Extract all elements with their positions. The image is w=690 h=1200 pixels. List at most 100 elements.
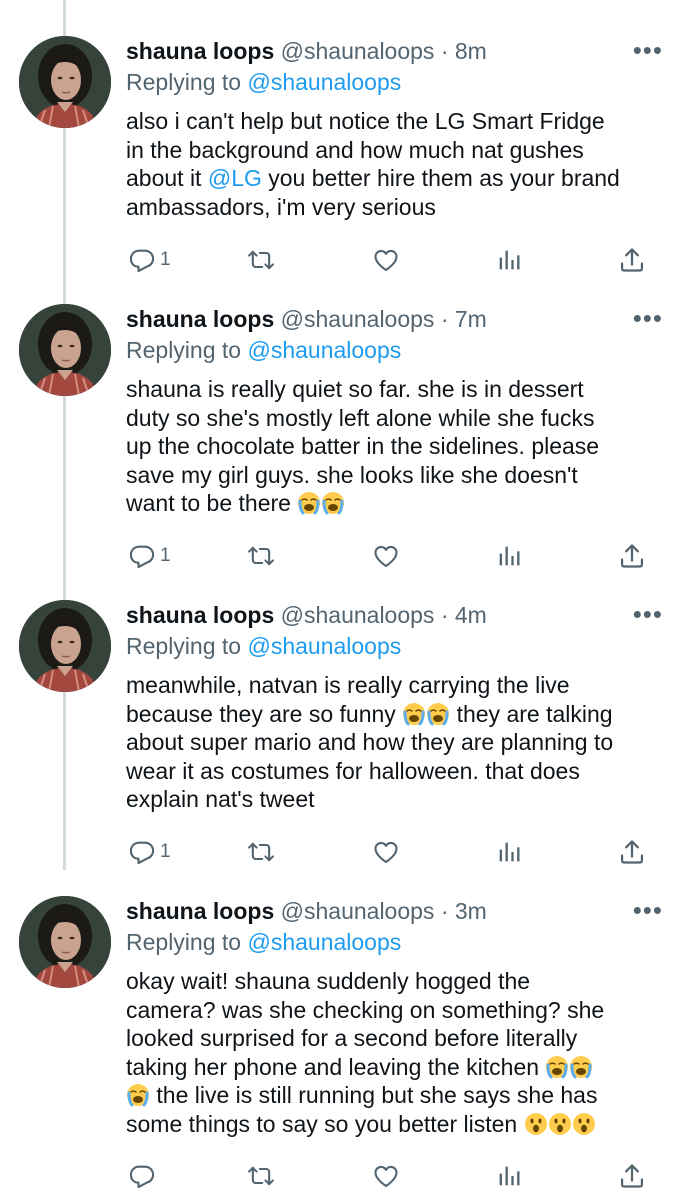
tweet-text-fragment: want to be there: [126, 490, 298, 516]
tweet-text-fragment: about it: [126, 165, 208, 191]
reply-count: 1: [160, 841, 171, 862]
share-button[interactable]: [618, 836, 646, 868]
analytics-icon: [495, 246, 523, 274]
timestamp[interactable]: 7m: [455, 306, 487, 332]
display-name[interactable]: shauna loops: [126, 602, 274, 628]
tweet-text: okay wait! shauna suddenly hogged the ca…: [126, 967, 671, 1138]
retweet-icon: [247, 1162, 275, 1190]
share-button[interactable]: [618, 1160, 646, 1192]
timestamp[interactable]: 4m: [455, 602, 487, 628]
retweet-button[interactable]: [247, 1160, 275, 1192]
tweet-text-line: some things to say so you better listen: [126, 1110, 671, 1139]
display-name[interactable]: shauna loops: [126, 898, 274, 924]
avatar[interactable]: [19, 304, 111, 396]
tweet-text-line: about super mario and how they are plann…: [126, 729, 614, 755]
analytics-icon: [495, 1162, 523, 1190]
tweet-text-line: taking her phone and leaving the kitchen: [126, 1053, 671, 1082]
reply-icon: [128, 542, 156, 570]
like-button[interactable]: [372, 836, 400, 868]
separator-dot: ·: [440, 898, 449, 924]
replying-to-mention[interactable]: @shaunaloops: [247, 69, 401, 95]
reply-button[interactable]: 1: [128, 836, 171, 868]
username[interactable]: @shaunaloops: [281, 602, 435, 628]
username[interactable]: @shaunaloops: [281, 898, 435, 924]
tweet-text-line: want to be there: [126, 489, 671, 518]
retweet-button[interactable]: [247, 244, 275, 276]
tweet-header: shauna loops @shaunaloops · 8m: [126, 36, 671, 66]
like-button[interactable]: [372, 244, 400, 276]
analytics-button[interactable]: [495, 1160, 523, 1192]
username[interactable]: @shaunaloops: [281, 306, 435, 332]
reply-icon: [128, 838, 156, 866]
like-button[interactable]: [372, 1160, 400, 1192]
like-button[interactable]: [372, 540, 400, 572]
reply-button[interactable]: 1: [128, 540, 171, 572]
analytics-icon: [495, 542, 523, 570]
tweet-header: shauna loops @shaunaloops · 7m: [126, 304, 671, 334]
separator-dot: ·: [440, 38, 449, 64]
heart-icon: [372, 246, 400, 274]
tweet-text-line: the live is still running but she says s…: [126, 1081, 671, 1110]
display-name[interactable]: shauna loops: [126, 38, 274, 64]
replying-to-label: Replying to: [126, 337, 242, 363]
tweet-header: shauna loops @shaunaloops · 3m: [126, 896, 671, 926]
share-icon: [618, 1162, 646, 1190]
username[interactable]: @shaunaloops: [281, 38, 435, 64]
avatar[interactable]: [19, 36, 111, 128]
reply-count: 1: [160, 545, 171, 566]
replying-to: Replying to @shaunaloops: [126, 927, 671, 957]
share-icon: [618, 542, 646, 570]
reply-button[interactable]: 1: [128, 244, 171, 276]
reply-button[interactable]: [128, 1160, 160, 1192]
analytics-button[interactable]: [495, 836, 523, 868]
tweet-text-line: looked surprised for a second before lit…: [126, 1025, 578, 1051]
replying-to-label: Replying to: [126, 69, 242, 95]
thread-connector-line: [63, 0, 66, 870]
astonished-face-emoji: [572, 1112, 596, 1136]
tweet-text-fragment: they are talking: [450, 700, 613, 727]
display-name[interactable]: shauna loops: [126, 306, 274, 332]
action-bar: 1: [126, 836, 671, 868]
separator-dot: ·: [440, 602, 449, 628]
tweet-text-line: also i can't help but notice the LG Smar…: [126, 108, 605, 134]
loudly-crying-face-emoji: [321, 491, 345, 515]
action-bar: 1: [126, 540, 671, 572]
tweet-text-line: meanwhile, natvan is really carrying the…: [126, 672, 570, 698]
mention-link[interactable]: @LG: [208, 165, 262, 191]
share-button[interactable]: [618, 540, 646, 572]
replying-to-mention[interactable]: @shaunaloops: [247, 337, 401, 363]
replying-to-label: Replying to: [126, 929, 242, 955]
reply-icon: [128, 1162, 156, 1190]
analytics-button[interactable]: [495, 540, 523, 572]
analytics-button[interactable]: [495, 244, 523, 276]
tweet-text-line: okay wait! shauna suddenly hogged the: [126, 968, 531, 994]
replying-to-mention[interactable]: @shaunaloops: [247, 633, 401, 659]
astonished-face-emoji: [524, 1112, 548, 1136]
retweet-icon: [247, 246, 275, 274]
tweet-text-line: in the background and how much nat gushe…: [126, 136, 584, 163]
tweet-text-line: explain nat's tweet: [126, 786, 315, 812]
tweet-text-fragment: you better hire them as your brand: [261, 165, 620, 191]
reply-count: 1: [160, 249, 171, 270]
replying-to: Replying to @shaunaloops: [126, 335, 671, 365]
tweet-text: also i can't help but notice the LG Smar…: [126, 107, 671, 221]
tweet-text: meanwhile, natvan is really carrying the…: [126, 671, 671, 814]
avatar[interactable]: [19, 896, 111, 988]
avatar[interactable]: [19, 600, 111, 692]
tweet-header: shauna loops @shaunaloops · 4m: [126, 600, 671, 630]
tweet-text-fragment: some things to say so you better listen: [126, 1110, 524, 1137]
share-icon: [618, 246, 646, 274]
retweet-icon: [247, 838, 275, 866]
replying-to-mention[interactable]: @shaunaloops: [247, 929, 401, 955]
timestamp[interactable]: 8m: [455, 38, 487, 64]
tweet-text: shauna is really quiet so far. she is in…: [126, 375, 671, 518]
retweet-button[interactable]: [247, 540, 275, 572]
share-button[interactable]: [618, 244, 646, 276]
timestamp[interactable]: 3m: [455, 898, 487, 924]
tweet-text-fragment: the live is still running but she says s…: [150, 1082, 598, 1108]
retweet-button[interactable]: [247, 836, 275, 868]
loudly-crying-face-emoji: [402, 702, 426, 726]
action-bar: 1: [126, 244, 671, 276]
replying-to: Replying to @shaunaloops: [126, 67, 671, 97]
tweet-text-fragment: taking her phone and leaving the kitchen: [126, 1053, 546, 1080]
